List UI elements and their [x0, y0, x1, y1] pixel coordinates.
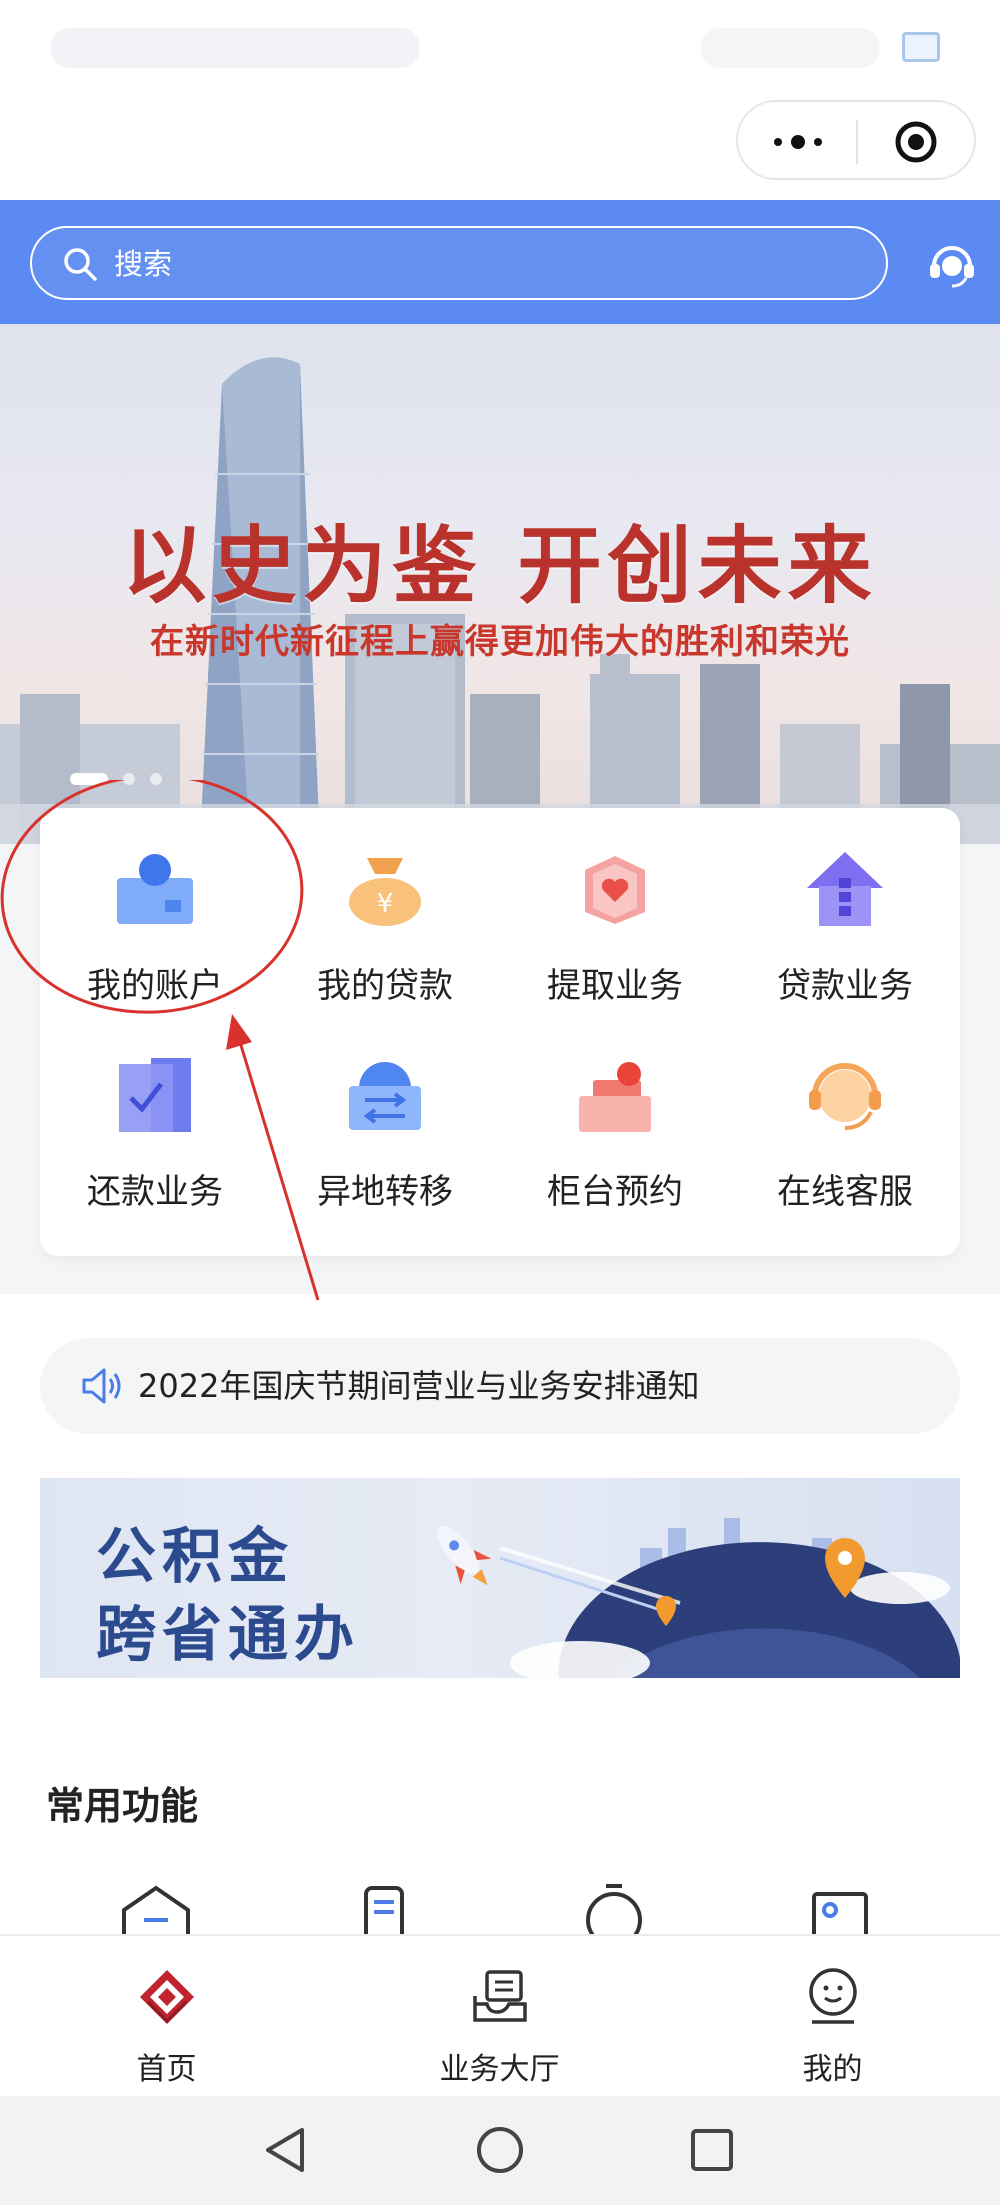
- tab-mine[interactable]: 我的: [666, 1936, 999, 2098]
- promo-line-1: 公积金: [96, 1522, 294, 1592]
- withdraw-icon: [585, 856, 645, 924]
- headset-icon: [809, 1063, 881, 1130]
- customer-service-icon[interactable]: [926, 238, 978, 290]
- banner-subtitle: 在新时代新征程上赢得更加伟大的胜利和荣光: [150, 622, 850, 662]
- feature-label: 异地转移: [317, 1172, 453, 1212]
- feature-label: 贷款业务: [777, 966, 913, 1006]
- feature-remote-transfer[interactable]: 异地转移: [270, 1014, 500, 1214]
- search-icon: [64, 248, 97, 281]
- banner-title: 以史为鉴 开创未来: [122, 516, 878, 615]
- feature-my-loan[interactable]: ¥ 我的贷款: [270, 808, 500, 1008]
- recents-square-icon[interactable]: [684, 2122, 740, 2178]
- banner-carousel[interactable]: 以史为鉴 开创未来 在新时代新征程上赢得更加伟大的胜利和荣光: [0, 324, 1000, 844]
- carousel-dot[interactable]: [150, 772, 163, 785]
- battery-icon: [902, 32, 940, 62]
- home-logo-icon: [140, 1970, 194, 2024]
- common-function-icon-2[interactable]: [344, 1880, 424, 1940]
- common-function-icon-3[interactable]: [574, 1880, 654, 1940]
- common-function-icon-4[interactable]: [800, 1880, 880, 1940]
- status-bar: [0, 0, 1000, 200]
- tab-business-hall[interactable]: 业务大厅: [333, 1936, 666, 2098]
- status-indicators-blurred: [700, 28, 880, 68]
- svg-text:¥: ¥: [377, 889, 394, 919]
- house-icon: [807, 852, 883, 926]
- back-icon[interactable]: [258, 2122, 314, 2178]
- money-bag-icon: ¥: [349, 858, 421, 926]
- promo-banner[interactable]: 公积金 跨省通办: [40, 1478, 960, 1678]
- carousel-dot-active[interactable]: [70, 772, 108, 785]
- bottom-tab-bar: 首页 业务大厅 我的: [0, 1934, 1000, 2096]
- tab-label: 业务大厅: [439, 2052, 560, 2087]
- common-functions-title: 常用功能: [46, 1784, 199, 1828]
- feature-counter-booking[interactable]: 柜台预约: [500, 1014, 730, 1214]
- home-circle-icon[interactable]: [472, 2122, 528, 2178]
- notice-bar[interactable]: 2022年国庆节期间营业与业务安排通知: [40, 1338, 960, 1434]
- feature-grid: 我的账户 ¥ 我的贷款 提取业务 贷款业务 还款业务 异地转移 柜台预约 在线客…: [40, 808, 960, 1256]
- feature-label: 我的账户: [87, 966, 223, 1006]
- notice-text: 2022年国庆节期间营业与业务安排通知: [138, 1367, 700, 1405]
- search-placeholder: 搜索: [114, 247, 173, 281]
- common-function-icon-1[interactable]: [116, 1880, 196, 1940]
- close-miniprogram-icon[interactable]: [894, 120, 938, 164]
- account-icon: [117, 854, 193, 924]
- feature-loan-business[interactable]: 贷款业务: [730, 808, 960, 1008]
- tab-home[interactable]: 首页: [0, 1936, 333, 2098]
- profile-icon: [809, 1968, 857, 2024]
- system-navigation-bar: [0, 2096, 1000, 2205]
- transfer-icon: [349, 1062, 421, 1130]
- feature-label: 在线客服: [777, 1172, 913, 1212]
- search-input[interactable]: 搜索: [30, 226, 888, 300]
- hall-icon: [473, 1970, 527, 2022]
- feature-label: 还款业务: [87, 1172, 223, 1212]
- tab-label: 我的: [802, 2052, 863, 2087]
- feature-label: 提取业务: [547, 966, 683, 1006]
- page: 搜索 以史为鉴 开创未来 在新时代新征程上赢得更加伟大的胜利和荣光 我的账户 ¥…: [0, 0, 1000, 2205]
- tab-label: 首页: [136, 2052, 197, 2087]
- promo-line-2: 跨省通办: [96, 1600, 360, 1670]
- capsule-divider: [856, 120, 858, 164]
- feature-repayment[interactable]: 还款业务: [40, 1014, 270, 1214]
- feature-online-service[interactable]: 在线客服: [730, 1014, 960, 1214]
- feature-my-account[interactable]: 我的账户: [40, 808, 270, 1008]
- repayment-icon: [119, 1058, 191, 1132]
- feature-withdraw[interactable]: 提取业务: [500, 808, 730, 1008]
- speaker-icon: [82, 1368, 121, 1404]
- counter-icon: [579, 1062, 651, 1132]
- feature-label: 柜台预约: [547, 1172, 683, 1212]
- carousel-indicator: [70, 768, 172, 785]
- carousel-dot[interactable]: [123, 772, 136, 785]
- miniprogram-capsule: [736, 100, 976, 180]
- status-info-blurred: [50, 28, 420, 68]
- feature-label: 我的贷款: [317, 966, 453, 1006]
- search-header: 搜索: [0, 200, 1000, 324]
- more-options-icon[interactable]: [768, 126, 828, 158]
